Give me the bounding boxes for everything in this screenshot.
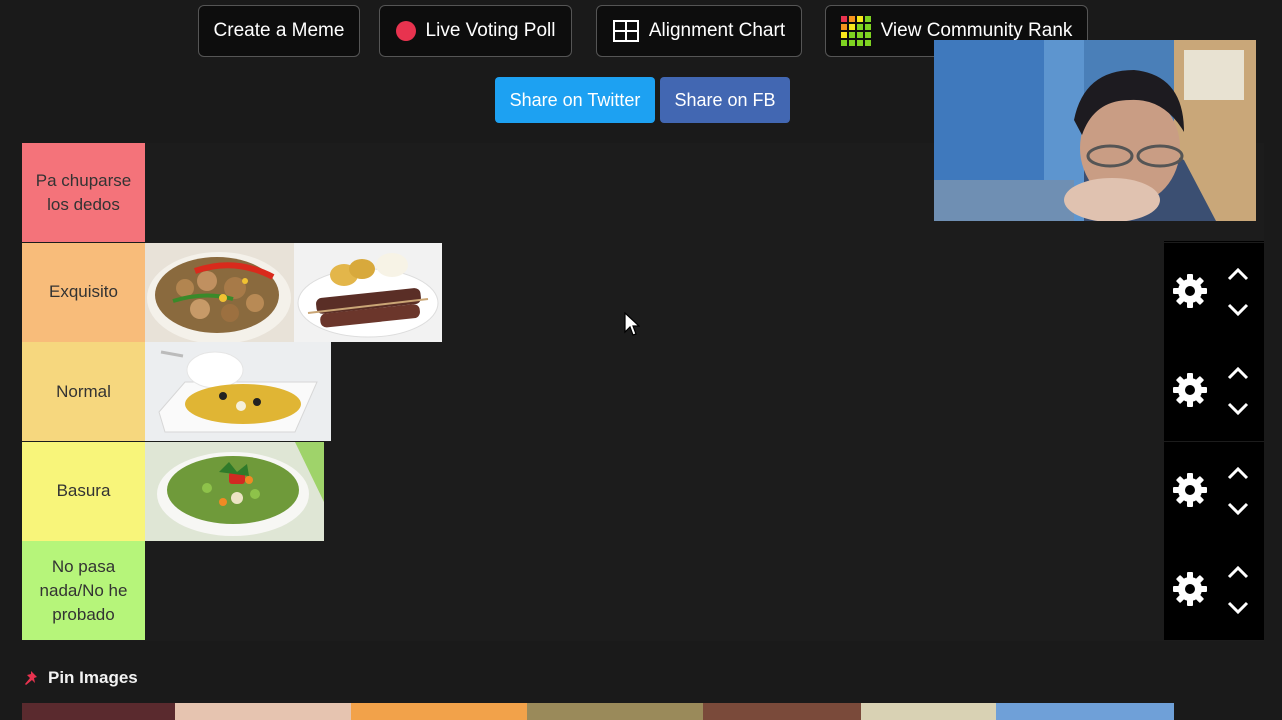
tier-controls: [1164, 342, 1264, 441]
soup-image[interactable]: [145, 441, 324, 541]
tier-label-text: No pasa nada/No he probado: [39, 556, 128, 624]
tier-label[interactable]: Basura: [22, 441, 145, 541]
tier-row: Normal: [22, 342, 1264, 441]
chevron-up-icon[interactable]: [1226, 563, 1250, 581]
view-community-rank-label: View Community Rank: [880, 20, 1073, 41]
pool-image[interactable]: [22, 703, 175, 720]
pool-image[interactable]: [175, 703, 351, 720]
webcam-overlay: [934, 40, 1256, 221]
mouse-cursor-icon: [624, 312, 640, 336]
tier-label[interactable]: Pa chuparse los dedos: [22, 143, 145, 242]
alignment-chart-label: Alignment Chart: [648, 20, 786, 41]
tier-controls: [1164, 441, 1264, 541]
lomo-saltado-image[interactable]: [145, 242, 294, 342]
alignment-chart-button[interactable]: Alignment Chart: [596, 5, 802, 57]
gear-icon[interactable]: [1172, 472, 1208, 508]
tier-grid-icon: [840, 16, 871, 46]
tier-row: No pasa nada/No he probado: [22, 541, 1264, 640]
tier-drop-zone[interactable]: [145, 242, 1164, 342]
record-dot-icon: [395, 21, 416, 41]
tier-controls: [1164, 541, 1264, 640]
pin-icon: [25, 671, 37, 685]
pool-image[interactable]: [703, 703, 861, 720]
chevron-down-icon[interactable]: [1226, 400, 1250, 418]
gear-icon[interactable]: [1172, 273, 1208, 309]
image-pool-strip: [22, 703, 1174, 720]
create-meme-button[interactable]: Create a Meme: [198, 5, 360, 57]
gear-icon[interactable]: [1172, 372, 1208, 408]
tier-row: Basura: [22, 441, 1264, 541]
chevron-down-icon[interactable]: [1226, 500, 1250, 518]
gear-icon[interactable]: [1172, 571, 1208, 607]
share-facebook-label: Share on FB: [674, 89, 776, 110]
pin-images-label: Pin Images: [48, 668, 138, 687]
tier-drop-zone[interactable]: [145, 441, 1164, 541]
tier-label[interactable]: No pasa nada/No he probado: [22, 541, 145, 640]
anticuchos-image[interactable]: [294, 242, 442, 342]
chevron-up-icon[interactable]: [1226, 265, 1250, 283]
create-meme-label: Create a Meme: [213, 20, 345, 41]
chevron-down-icon[interactable]: [1226, 599, 1250, 617]
tier-label[interactable]: Exquisito: [22, 242, 145, 342]
pool-image[interactable]: [996, 703, 1174, 720]
live-voting-poll-button[interactable]: Live Voting Poll: [379, 5, 572, 57]
aji-de-gallina-image[interactable]: [145, 342, 331, 441]
grid-icon: [612, 20, 639, 42]
pin-images-row[interactable]: Pin Images: [22, 666, 138, 690]
share-twitter-label: Share on Twitter: [509, 89, 641, 110]
chevron-up-icon[interactable]: [1226, 364, 1250, 382]
share-twitter-button[interactable]: Share on Twitter: [495, 77, 655, 123]
chevron-down-icon[interactable]: [1226, 301, 1250, 319]
tier-label-text: Basura: [56, 481, 111, 500]
pool-image[interactable]: [527, 703, 703, 720]
tier-controls: [1164, 242, 1264, 342]
tier-drop-zone[interactable]: [145, 541, 1164, 640]
share-facebook-button[interactable]: Share on FB: [660, 77, 790, 123]
pool-image[interactable]: [351, 703, 527, 720]
pool-image[interactable]: [861, 703, 996, 720]
chevron-up-icon[interactable]: [1226, 464, 1250, 482]
tier-drop-zone[interactable]: [145, 342, 1164, 441]
tier-label[interactable]: Normal: [22, 342, 145, 441]
tier-label-text: Exquisito: [49, 282, 118, 301]
live-voting-poll-label: Live Voting Poll: [425, 20, 556, 41]
tier-label-text: Pa chuparse los dedos: [35, 170, 132, 214]
tier-row: Exquisito: [22, 242, 1264, 342]
tier-label-text: Normal: [56, 381, 111, 401]
